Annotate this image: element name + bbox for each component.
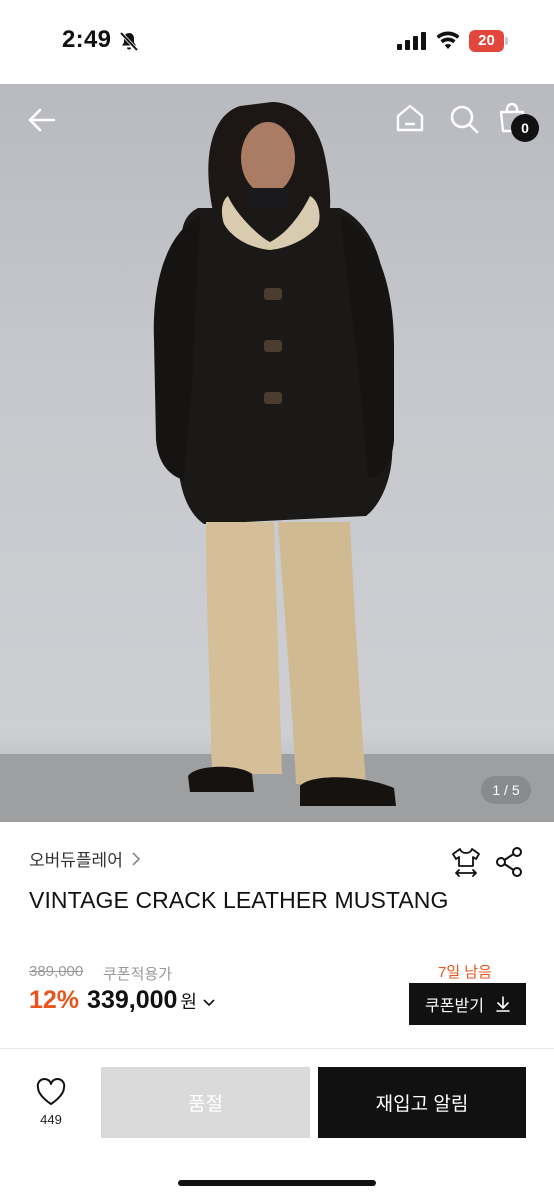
coupon-price-label: 쿠폰적용가 xyxy=(103,966,173,983)
home-icon[interactable] xyxy=(394,102,426,134)
brand-name: 오버듀플레어 xyxy=(29,851,123,870)
status-time: 2:49 xyxy=(62,26,112,53)
image-page-indicator: 1 / 5 xyxy=(481,776,531,804)
get-coupon-button[interactable]: 쿠폰받기 xyxy=(409,983,526,1025)
share-icon[interactable] xyxy=(494,846,524,878)
original-price: 389,000 xyxy=(29,963,84,980)
product-photo xyxy=(0,102,554,822)
like-button[interactable]: 449 xyxy=(30,1078,72,1134)
bell-slash-icon xyxy=(119,31,139,52)
discount-rate: 12% xyxy=(29,986,80,1014)
coupon-days-left: 7일 남음 xyxy=(438,964,492,981)
heart-icon xyxy=(36,1078,66,1105)
search-icon[interactable] xyxy=(448,103,480,135)
price-row[interactable]: 12% 339,000 원 xyxy=(29,986,215,1015)
restock-alert-button[interactable]: 재입고 알림 xyxy=(318,1067,526,1138)
home-indicator xyxy=(178,1180,376,1186)
get-coupon-label: 쿠폰받기 xyxy=(425,998,484,1015)
product-image-gallery[interactable]: 0 1 / 5 xyxy=(0,84,554,822)
like-count: 449 xyxy=(40,1112,62,1127)
cart-count-badge: 0 xyxy=(511,114,539,142)
back-arrow-icon[interactable] xyxy=(26,104,58,136)
chevron-down-icon xyxy=(203,999,215,1007)
wifi-icon xyxy=(436,31,460,49)
size-guide-icon[interactable] xyxy=(450,846,482,878)
product-title: VINTAGE CRACK LEATHER MUSTANG xyxy=(29,887,449,913)
status-bar: 2:49 20 xyxy=(0,0,554,84)
download-icon xyxy=(496,996,510,1012)
signal-icon xyxy=(397,32,426,50)
soldout-button[interactable]: 품절 xyxy=(101,1067,310,1138)
chevron-right-icon xyxy=(132,851,140,866)
sale-price: 339,000 xyxy=(87,986,178,1014)
battery-icon: 20 xyxy=(469,30,509,52)
brand-link[interactable]: 오버듀플레어 xyxy=(29,846,141,871)
divider xyxy=(0,1048,554,1049)
battery-level: 20 xyxy=(478,32,495,49)
currency-unit: 원 xyxy=(180,992,197,1012)
